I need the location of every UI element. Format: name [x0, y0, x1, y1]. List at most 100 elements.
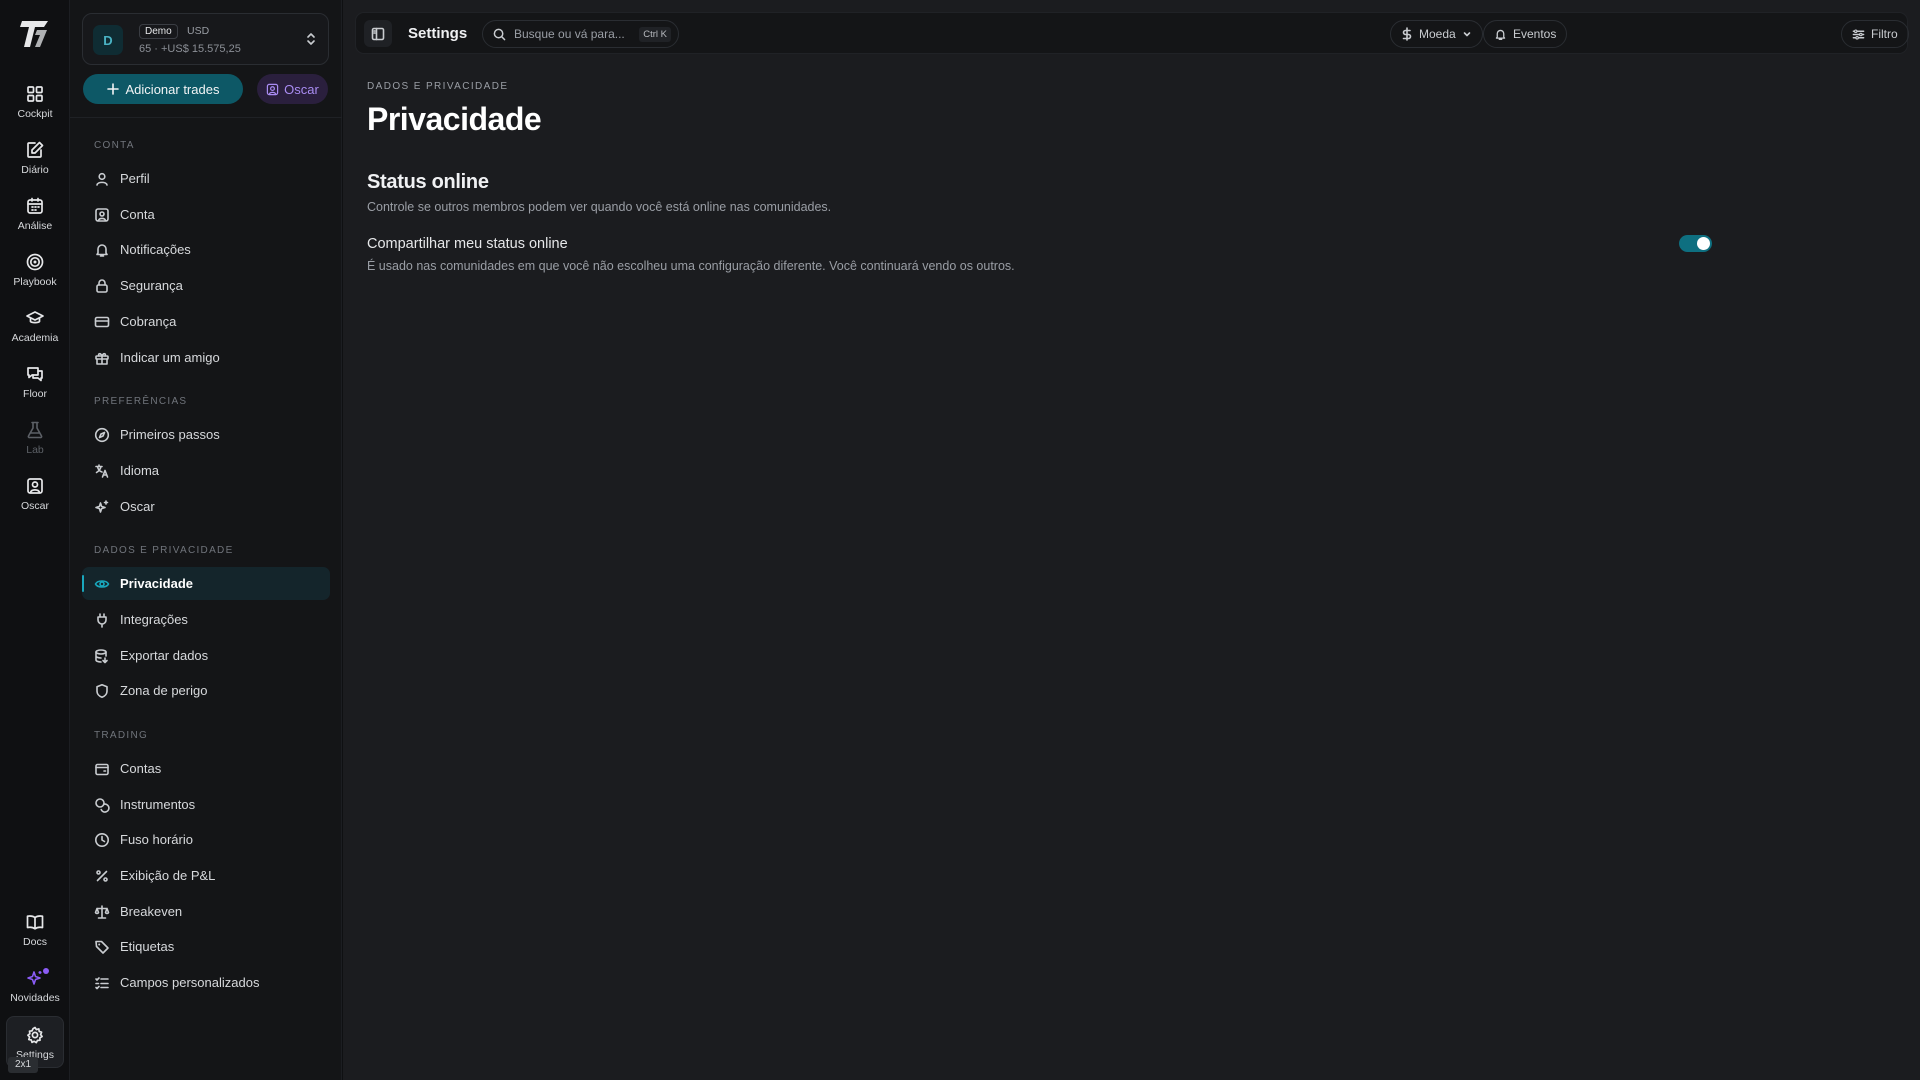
settings-sidebar: D Demo USD 65 · +US$ 15.575,25 Adicionar… — [70, 0, 342, 1080]
portrait-icon — [95, 207, 109, 222]
top-bar: Settings Busque ou vá para... Ctrl K Moe… — [355, 12, 1909, 54]
clock-icon — [95, 832, 109, 847]
sidebar-toggle-button[interactable] — [364, 20, 392, 47]
section-title: Status online — [367, 171, 489, 193]
nav-oscar[interactable]: Oscar — [82, 490, 330, 523]
rail-item-analise[interactable]: Análise — [6, 188, 64, 240]
breadcrumb: DADOS E PRIVACIDADE — [367, 81, 509, 92]
shortcut-badge: 2x1 — [8, 1057, 39, 1073]
bell-icon — [96, 243, 108, 257]
nav-campos-personalizados[interactable]: Campos personalizados — [82, 966, 330, 999]
user-icon — [96, 172, 108, 186]
sparkles-icon — [95, 499, 109, 513]
credit-card-icon — [94, 316, 110, 327]
rail-item-cockpit[interactable]: Cockpit — [6, 76, 64, 128]
nav-conta[interactable]: Conta — [82, 198, 330, 231]
rail-item-oscar[interactable]: Oscar — [6, 468, 64, 520]
nav-cobranca[interactable]: Cobrança — [82, 305, 330, 338]
nav-label: Integrações — [120, 612, 188, 627]
currency-label: Moeda — [1419, 27, 1456, 41]
nav-indicar-amigo[interactable]: Indicar um amigo — [82, 341, 330, 374]
eye-icon — [94, 579, 110, 588]
account-summary: 65 · +US$ 15.575,25 — [139, 43, 241, 55]
add-trades-label: Adicionar trades — [125, 81, 220, 97]
add-trades-button[interactable]: Adicionar trades — [83, 74, 243, 104]
nav-privacidade[interactable]: Privacidade — [82, 567, 330, 600]
nav-zona-perigo[interactable]: Zona de perigo — [82, 674, 330, 707]
rail-label: Novidades — [10, 992, 60, 1004]
sidebar-panel-icon — [371, 27, 385, 40]
scale-icon — [94, 904, 110, 919]
rail-item-diario[interactable]: Diário — [6, 132, 64, 184]
account-switcher[interactable]: D Demo USD 65 · +US$ 15.575,25 — [82, 13, 329, 65]
rail-label: Playbook — [13, 276, 57, 288]
nav-label: Oscar — [120, 499, 155, 514]
filter-button[interactable]: Filtro — [1841, 20, 1909, 48]
divider — [70, 117, 342, 118]
rail-item-novidades[interactable]: Novidades — [6, 960, 64, 1012]
online-status-toggle[interactable] — [1679, 235, 1712, 252]
portrait-icon — [266, 83, 279, 95]
nav-label: Etiquetas — [120, 939, 175, 954]
nav-label: Segurança — [120, 278, 183, 293]
nav-fuso-horario[interactable]: Fuso horário — [82, 823, 330, 856]
nav-instrumentos[interactable]: Instrumentos — [82, 788, 330, 821]
rail-item-floor[interactable]: Floor — [6, 356, 64, 408]
gift-icon — [95, 352, 109, 365]
wallet-icon — [95, 763, 109, 775]
plus-icon — [106, 83, 119, 95]
nav-label: Idioma — [120, 463, 160, 478]
nav-label: Contas — [120, 761, 162, 776]
nav-exibicao-pl[interactable]: Exibição de P&L — [82, 859, 330, 892]
nav-label: Indicar um amigo — [120, 350, 220, 365]
search-icon — [493, 28, 506, 40]
events-button[interactable]: Eventos — [1483, 20, 1568, 48]
shield-icon — [96, 683, 108, 698]
setting-label: Compartilhar meu status online — [367, 236, 568, 252]
nav-label: Zona de perigo — [120, 683, 208, 698]
rail-label: Diário — [21, 164, 49, 176]
app: Cockpit Diário Análise Playbook Academia… — [0, 0, 1920, 1080]
section-description: Controle se outros membros podem ver qua… — [367, 200, 832, 214]
nav-integracoes[interactable]: Integrações — [82, 603, 330, 636]
nav-label: Perfil — [120, 171, 150, 186]
nav-contas[interactable]: Contas — [82, 752, 330, 785]
book-icon — [26, 915, 44, 930]
rail-item-docs[interactable]: Docs — [6, 904, 64, 956]
nav-breakeven[interactable]: Breakeven — [82, 895, 330, 928]
nav-seguranca[interactable]: Segurança — [82, 269, 330, 302]
nav-exportar-dados[interactable]: Exportar dados — [82, 639, 330, 672]
rail-item-playbook[interactable]: Playbook — [6, 244, 64, 296]
rail-label: Academia — [11, 332, 59, 344]
lock-icon — [96, 278, 108, 293]
rail-item-academia[interactable]: Academia — [6, 300, 64, 352]
nav-idioma[interactable]: Idioma — [82, 454, 330, 487]
nav-notificacoes[interactable]: Notificações — [82, 233, 330, 266]
nav-etiquetas[interactable]: Etiquetas — [82, 930, 330, 963]
nav-primeiros-passos[interactable]: Primeiros passos — [82, 418, 330, 451]
nav-label: Privacidade — [120, 576, 193, 591]
grid-icon — [27, 86, 43, 102]
oscar-button[interactable]: Oscar — [257, 74, 328, 104]
graduation-cap-icon — [26, 311, 44, 324]
rail-label: Docs — [23, 936, 47, 948]
rail-label: Lab — [26, 444, 44, 456]
rail-item-lab[interactable]: Lab — [6, 412, 64, 464]
search-input[interactable]: Busque ou vá para... Ctrl K — [482, 20, 679, 48]
bell-icon — [1495, 29, 1506, 40]
section-preferencias: PREFERÊNCIAS — [94, 396, 188, 407]
logo — [20, 21, 48, 47]
currency-dropdown[interactable]: Moeda — [1390, 20, 1483, 48]
nav-perfil[interactable]: Perfil — [82, 162, 330, 195]
search-placeholder: Busque ou vá para... — [514, 27, 625, 41]
section-trading: TRADING — [94, 730, 149, 741]
gear-icon — [27, 1026, 43, 1044]
nav-label: Conta — [120, 207, 155, 222]
nav-label: Exportar dados — [120, 648, 209, 663]
nav-label: Fuso horário — [120, 832, 193, 847]
rail-label: Análise — [17, 220, 53, 232]
calendar-icon — [27, 197, 43, 214]
compass-icon — [94, 427, 110, 442]
nav-label: Primeiros passos — [120, 427, 220, 442]
page-title: Privacidade — [367, 101, 542, 137]
